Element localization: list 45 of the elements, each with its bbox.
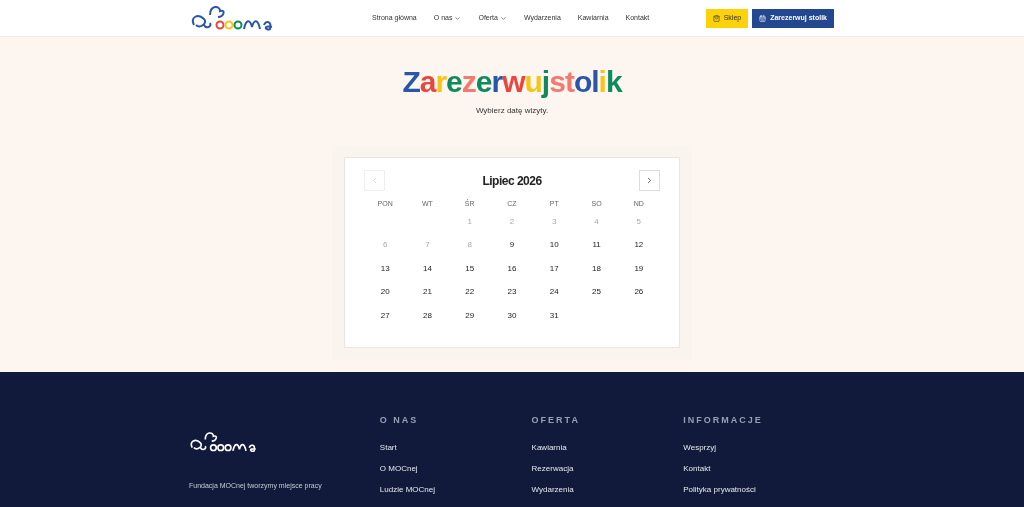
- day-cell[interactable]: 11: [575, 239, 618, 252]
- footer-link[interactable]: O MOCnej: [379, 462, 532, 475]
- footer-heading: INFORMACJE: [683, 414, 764, 427]
- footer-link[interactable]: Rezerwacja: [531, 462, 684, 475]
- day-cell[interactable]: 31: [533, 309, 576, 322]
- next-month-button[interactable]: [639, 170, 660, 191]
- day-cell[interactable]: 29: [448, 309, 491, 322]
- day-cell[interactable]: 12: [617, 239, 660, 252]
- page-title: Zarezerwujstolik: [402, 67, 622, 97]
- day-cell[interactable]: 15: [448, 262, 491, 275]
- day-cell[interactable]: 25: [575, 286, 618, 299]
- day-cell[interactable]: 26: [617, 286, 660, 299]
- footer-link[interactable]: Wydarzenia: [531, 483, 684, 496]
- chevron-left-icon: [370, 176, 379, 185]
- day-cell[interactable]: 16: [490, 262, 534, 275]
- day-cell[interactable]: 21: [406, 286, 449, 299]
- footer-link[interactable]: Wesprzyj: [683, 441, 835, 454]
- bag-icon: [712, 14, 720, 22]
- footer-link[interactable]: Polityka prywatności: [683, 483, 835, 496]
- chevron-right-icon: [645, 176, 654, 185]
- day-cell[interactable]: 17: [533, 262, 576, 275]
- subtitle: Wybierz datę wizyty.: [475, 105, 549, 117]
- calendar-icon: [759, 14, 767, 22]
- day-cell[interactable]: 18: [575, 262, 618, 275]
- day-cell[interactable]: 30: [490, 309, 534, 322]
- day-cell[interactable]: 24: [533, 286, 576, 299]
- day-cell[interactable]: 9: [490, 239, 534, 252]
- day-cell[interactable]: 19: [617, 262, 660, 275]
- chevron-down-icon: [454, 14, 462, 22]
- footer-link[interactable]: Ludzie MOCnej: [379, 483, 532, 496]
- footer-link[interactable]: Kontakt: [683, 462, 835, 475]
- footer-link[interactable]: Start: [379, 441, 532, 454]
- day-cell[interactable]: 22: [448, 286, 491, 299]
- month-title: Lipiec 2026: [482, 172, 542, 190]
- day-cell[interactable]: 10: [533, 239, 576, 252]
- day-cell[interactable]: 20: [364, 286, 407, 299]
- day-cell[interactable]: 28: [406, 309, 449, 322]
- footer-link[interactable]: Kawiarnia: [531, 441, 684, 454]
- day-cell[interactable]: 14: [406, 262, 449, 275]
- footer-heading: O NAS: [379, 414, 420, 427]
- day-cell[interactable]: 23: [490, 286, 534, 299]
- day-cell[interactable]: 27: [364, 309, 407, 322]
- footer-heading: OFERTA: [531, 414, 581, 427]
- chevron-down-icon: [499, 14, 507, 22]
- day-cell[interactable]: 13: [364, 262, 407, 275]
